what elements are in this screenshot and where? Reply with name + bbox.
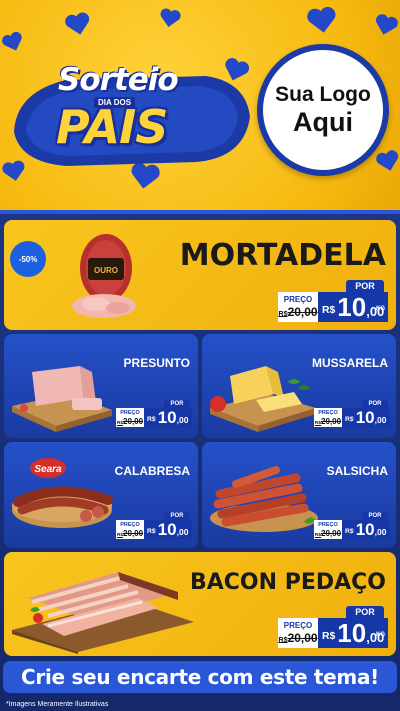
price-por-label: POR — [164, 400, 190, 408]
product-name: PRESUNTO — [123, 356, 190, 370]
mortadela-illustration: OURO — [72, 234, 136, 318]
price-por-label: POR — [362, 512, 388, 520]
price-por-label: POR — [346, 280, 384, 292]
product-name: MUSSARELA — [311, 356, 388, 370]
old-price-box: PREÇO R$20,00 — [278, 618, 318, 648]
heart-icon — [374, 147, 400, 174]
product-card-presunto[interactable]: PRESUNTO POR PREÇO R$20,00 R$ 10,00 — [4, 334, 198, 438]
product-card-mortadela[interactable]: -50% OURO MORTADELA POR PREÇO R$20,00 R$… — [4, 220, 396, 330]
heart-icon — [372, 11, 400, 38]
new-price: R$10,00 KG — [318, 292, 388, 322]
old-price: R$20,00 — [278, 305, 318, 319]
price-tag: POR PREÇO R$20,00 R$10,00 KG — [278, 280, 388, 324]
heart-icon — [62, 9, 94, 38]
old-price-box: PREÇO R$20,00 — [278, 292, 318, 322]
calabresa-brand: Seara — [34, 464, 62, 475]
old-price-box: PREÇO R$20,00 — [314, 520, 342, 539]
old-price: R$20,00 — [278, 631, 318, 645]
preco-label: PREÇO — [283, 295, 313, 304]
title-sorteio: Sorteio — [58, 62, 179, 98]
price-por-label: POR — [362, 400, 388, 408]
logo-text-line2: Aqui — [293, 106, 353, 137]
price-tag: POR PREÇO R$20,00 R$ 10,00 — [116, 400, 192, 428]
price-tag: POR PREÇO R$20,00 R$ 10,00 — [116, 512, 192, 540]
heart-icon — [0, 29, 27, 55]
old-price-box: PREÇO R$20,00 — [116, 520, 144, 539]
new-price: R$ 10,00 — [342, 520, 390, 539]
old-price-box: PREÇO R$20,00 — [314, 408, 342, 427]
product-card-mussarela[interactable]: MUSSARELA POR PREÇO R$20,00 R$ 10,00 — [202, 334, 396, 438]
product-name: SALSICHA — [326, 464, 388, 478]
product-name: CALABRESA — [114, 464, 190, 478]
heart-icon — [304, 4, 340, 36]
price-tag: POR PREÇO R$20,00 R$ 10,00 — [314, 400, 390, 428]
salsicha-illustration — [210, 466, 318, 532]
product-name: BACON PEDAÇO — [189, 570, 386, 595]
mortadela-brand: OURO — [94, 266, 118, 275]
mussarela-illustration — [210, 366, 316, 432]
product-card-calabresa[interactable]: Seara CALABRESA POR PREÇO R$20,00 R$ 10,0… — [4, 442, 198, 548]
price-tag: POR PREÇO R$20,00 R$ 10,00 — [314, 512, 390, 540]
logo-text-line1: Sua Logo — [275, 82, 371, 106]
price-por-label: POR — [164, 512, 190, 520]
header-banner: Sorteio DIA DOS PAIS Sua Logo Aqui — [0, 0, 400, 210]
calabresa-illustration: Seara — [12, 458, 113, 528]
discount-badge: -50% — [10, 241, 46, 277]
products-panel: -50% OURO MORTADELA POR PREÇO R$20,00 R$… — [0, 210, 400, 711]
title-pais: PAIS — [56, 100, 168, 154]
product-card-salsicha[interactable]: SALSICHA POR PREÇO R$20,00 R$ 10,00 — [202, 442, 396, 548]
price-tag: POR PREÇO R$20,00 R$10,00 KG — [278, 606, 388, 650]
preco-label: PREÇO — [283, 621, 313, 630]
product-name: MORTADELA — [179, 238, 386, 273]
new-price: R$ 10,00 — [144, 520, 192, 539]
product-card-bacon[interactable]: BACON PEDAÇO POR PREÇO R$20,00 R$10,00 KG — [4, 552, 396, 656]
logo-placeholder[interactable]: Sua Logo Aqui — [257, 44, 389, 176]
bacon-illustration — [12, 572, 194, 654]
presunto-illustration — [12, 366, 112, 432]
old-price-box: PREÇO R$20,00 — [116, 408, 144, 427]
price-por-label: POR — [346, 606, 384, 618]
new-price: R$ 10,00 — [342, 408, 390, 427]
new-price: R$ 10,00 — [144, 408, 192, 427]
heart-icon — [156, 6, 183, 30]
new-price: R$10,00 KG — [318, 618, 388, 648]
cta-banner[interactable]: Crie seu encarte com este tema! — [3, 661, 397, 693]
footnote: *Imagens Meramente Ilustrativas — [6, 701, 109, 708]
